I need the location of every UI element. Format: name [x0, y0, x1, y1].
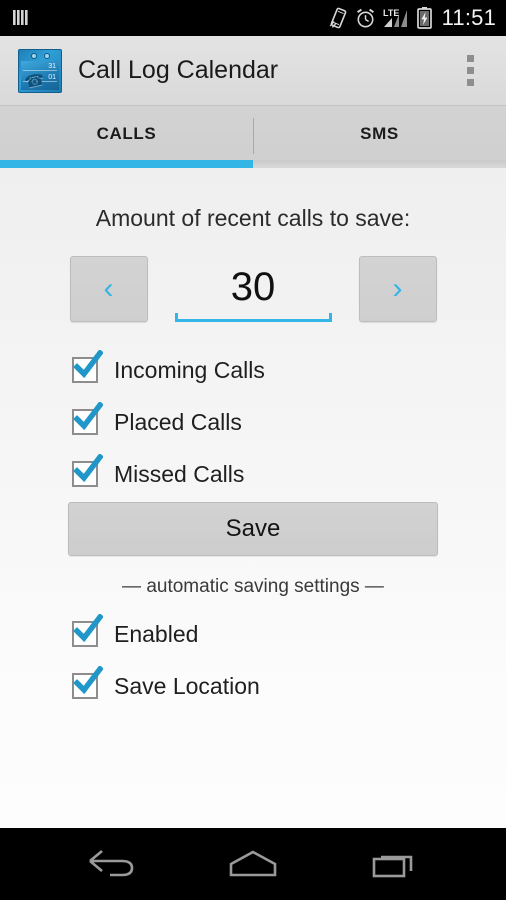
check-icon	[73, 350, 103, 379]
home-button[interactable]	[213, 837, 293, 891]
increment-button[interactable]: ›	[358, 256, 437, 322]
tab-sms[interactable]: SMS	[253, 106, 506, 168]
sim-card-icon	[13, 10, 28, 25]
auto-saving-checkbox-group: Enabled Save Location	[0, 608, 506, 712]
call-log-calendar-app-icon: 31 01 ☎	[18, 48, 62, 93]
lte-signal-icon: LTE	[383, 8, 407, 27]
phone-handset-icon: ☎	[23, 70, 47, 92]
calendar-body: 31 01 ☎	[21, 60, 59, 92]
tab-calls[interactable]: CALLS	[0, 106, 253, 168]
check-icon	[73, 402, 103, 431]
navigation-bar	[0, 828, 506, 900]
battery-charging-icon	[416, 7, 432, 29]
input-underline	[174, 313, 332, 322]
calendar-day-top: 31	[48, 62, 56, 70]
chevron-left-icon: ‹	[103, 272, 114, 305]
active-tab-indicator	[0, 160, 253, 168]
save-button[interactable]: Save	[68, 502, 438, 556]
checkbox-incoming-calls[interactable]	[72, 350, 103, 383]
save-button-label: Save	[225, 515, 281, 542]
auto-saving-section-label: — automatic saving settings —	[122, 576, 384, 597]
overflow-dot-icon	[466, 55, 474, 62]
checkbox-row-placed-calls[interactable]: Placed Calls	[0, 396, 506, 448]
checkbox-label-placed-calls: Placed Calls	[114, 408, 242, 435]
amount-value: 30	[230, 265, 276, 309]
calendar-rings	[19, 52, 61, 59]
checkbox-enabled[interactable]	[72, 614, 103, 647]
tab-sms-label: SMS	[360, 124, 399, 143]
status-bar-clock: 11:51	[441, 5, 496, 30]
decrement-button[interactable]: ‹	[69, 256, 148, 322]
page-title: Call Log Calendar	[78, 56, 279, 84]
checkbox-save-location[interactable]	[72, 666, 103, 699]
tab-divider	[253, 118, 254, 154]
check-icon	[73, 454, 103, 483]
checkbox-row-enabled[interactable]: Enabled	[0, 608, 506, 660]
status-bar-right: LTE 11:51	[329, 5, 496, 31]
checkbox-label-enabled: Enabled	[114, 620, 199, 647]
checkbox-row-save-location[interactable]: Save Location	[0, 660, 506, 712]
action-bar: 31 01 ☎ Call Log Calendar	[0, 36, 506, 106]
checkbox-label-incoming-calls: Incoming Calls	[114, 356, 265, 383]
inactive-tab-underline	[253, 160, 506, 168]
amount-label: Amount of recent calls to save:	[95, 205, 411, 231]
calendar-day-bottom: 01	[48, 73, 56, 81]
checkbox-placed-calls[interactable]	[72, 402, 103, 435]
chevron-right-icon: ›	[392, 272, 403, 305]
checkbox-row-incoming-calls[interactable]: Incoming Calls	[0, 344, 506, 396]
back-arrow-icon	[89, 850, 134, 877]
check-icon	[73, 614, 103, 643]
amount-input[interactable]: 30	[174, 256, 332, 322]
vibrate-icon	[329, 7, 346, 29]
recent-apps-icon	[372, 855, 413, 878]
tab-calls-label: CALLS	[96, 124, 157, 143]
back-button[interactable]	[71, 837, 151, 891]
checkbox-row-missed-calls[interactable]: Missed Calls	[0, 448, 506, 500]
status-bar: LTE 11:51	[0, 0, 506, 36]
checkbox-label-missed-calls: Missed Calls	[114, 460, 245, 487]
checkbox-label-save-location: Save Location	[114, 672, 260, 699]
call-type-checkbox-group: Incoming Calls Placed Calls Missed Calls	[0, 344, 506, 500]
overflow-dot-icon	[466, 79, 474, 86]
overflow-dot-icon	[466, 67, 474, 74]
check-icon	[73, 666, 103, 695]
recents-button[interactable]	[355, 837, 435, 891]
calls-tab-content: Amount of recent calls to save: ‹ 30 › I	[0, 168, 506, 828]
amount-stepper: ‹ 30 ›	[0, 256, 506, 322]
tab-bar: CALLS SMS	[0, 106, 506, 168]
status-bar-left	[12, 8, 30, 28]
checkbox-missed-calls[interactable]	[72, 454, 103, 487]
overflow-menu-button[interactable]	[456, 51, 484, 91]
android-app-screen: LTE 11:51 31 01 ☎ Call Log Calendar CALL…	[0, 0, 506, 900]
svg-text:LTE: LTE	[383, 8, 399, 18]
alarm-clock-icon	[356, 8, 374, 27]
home-icon	[229, 850, 277, 877]
